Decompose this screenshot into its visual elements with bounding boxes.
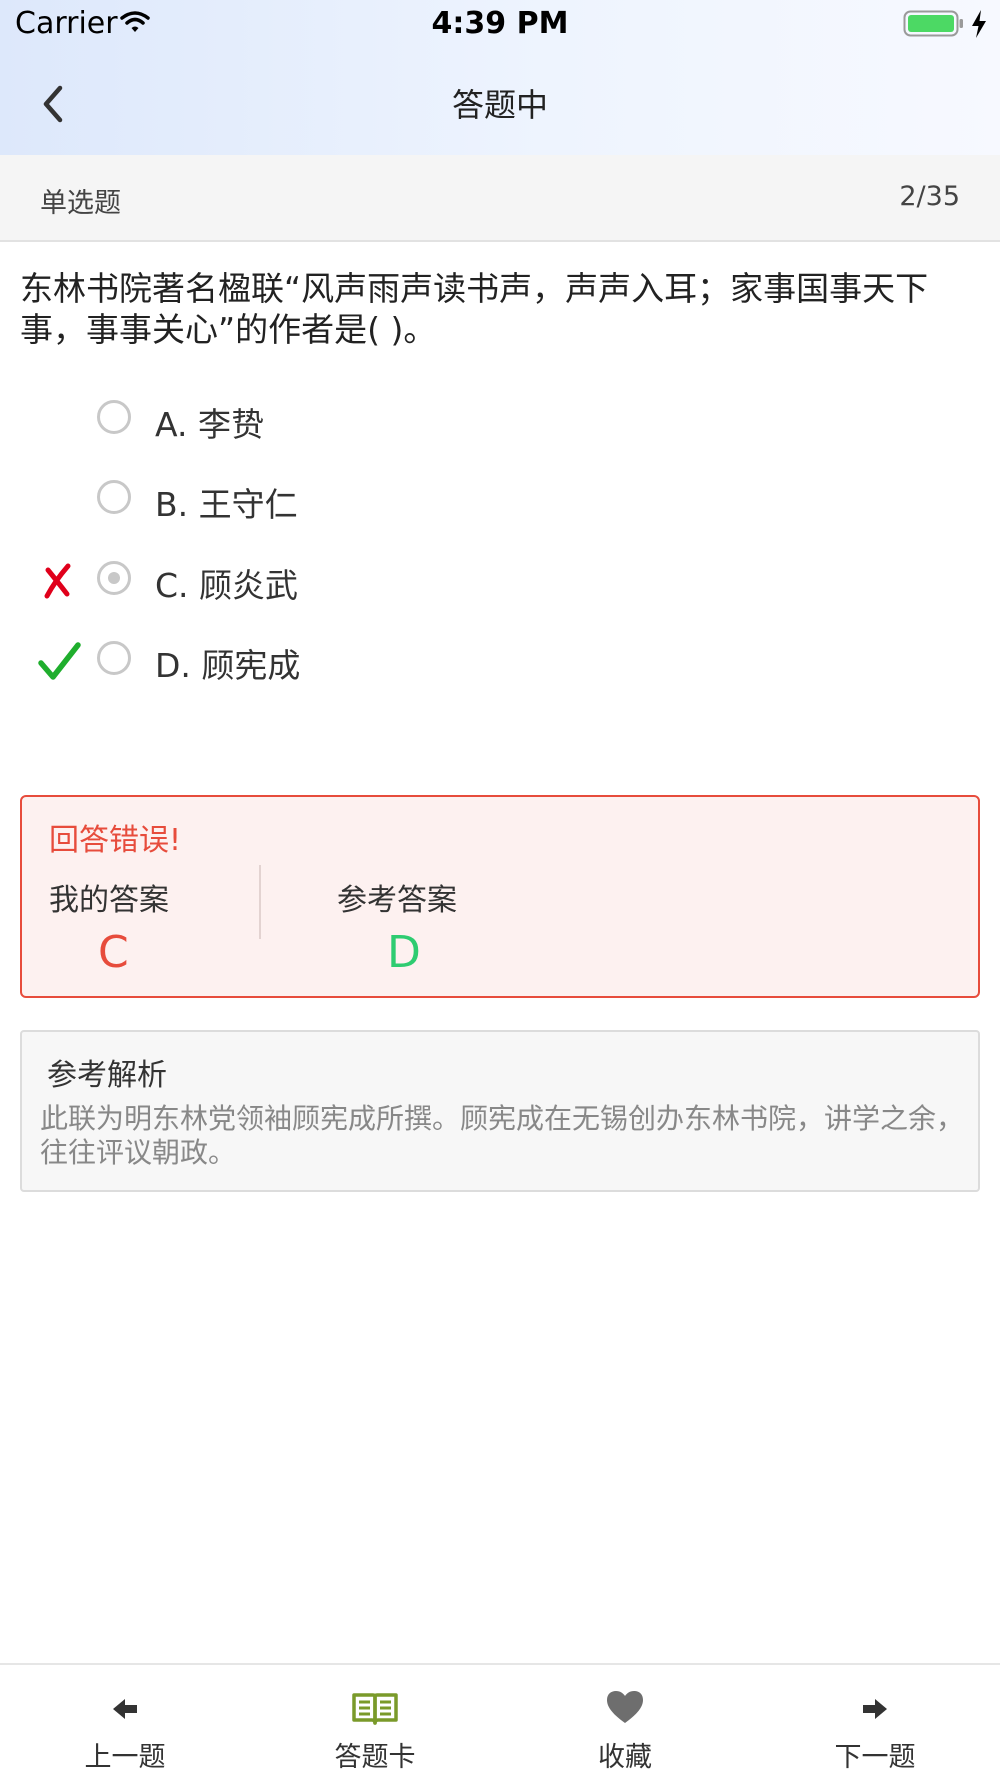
tab-previous-label: 上一题 — [84, 1742, 166, 1773]
radio-option-d[interactable] — [97, 641, 131, 675]
tab-next-label: 下一题 — [834, 1742, 916, 1773]
battery-icon — [903, 10, 963, 37]
tab-next-question[interactable]: 下一题 — [750, 1665, 1000, 1780]
result-title: 回答错误! — [49, 823, 182, 858]
question-info-bar: 单选题 2/35 — [0, 155, 1000, 242]
radio-option-a[interactable] — [97, 400, 131, 434]
wrong-mark-icon — [44, 563, 71, 599]
option-d[interactable]: D. 顾宪成 — [0, 631, 1000, 691]
reference-answer-label: 参考答案 — [337, 883, 457, 918]
arrow-right-icon — [863, 1699, 887, 1719]
status-time: 4:39 PM — [431, 6, 569, 41]
correct-mark-icon — [38, 642, 81, 680]
reference-answer-value: D — [387, 927, 421, 978]
radio-option-c[interactable] — [97, 561, 131, 595]
result-divider — [259, 865, 261, 939]
question-text: 东林书院著名楹联“风声雨声读书声，声声入耳；家事国事天下事，事事关心”的作者是(… — [20, 269, 929, 349]
bottom-tab-bar: 上一题 答题卡 收藏 下一题 — [0, 1663, 1000, 1780]
option-a[interactable]: A. 李贽 — [0, 390, 1000, 450]
book-icon — [352, 1693, 398, 1725]
analysis-title: 参考解析 — [47, 1058, 167, 1093]
status-bar: Carrier 4:39 PM — [0, 0, 1000, 50]
tab-answer-card-label: 答题卡 — [334, 1742, 416, 1773]
arrow-left-icon — [113, 1699, 137, 1719]
my-answer-label: 我的答案 — [49, 883, 169, 918]
page-title: 答题中 — [451, 86, 548, 124]
tab-previous-question[interactable]: 上一题 — [0, 1665, 250, 1780]
tab-answer-card[interactable]: 答题卡 — [250, 1665, 500, 1780]
heart-icon — [607, 1691, 643, 1723]
option-c-label: C. 顾炎武 — [155, 566, 299, 605]
tab-favorite-label: 收藏 — [598, 1742, 652, 1773]
option-c[interactable]: C. 顾炎武 — [0, 551, 1000, 611]
my-answer-value: C — [98, 927, 129, 978]
option-d-label: D. 顾宪成 — [155, 646, 301, 685]
tab-favorite[interactable]: 收藏 — [500, 1665, 750, 1780]
option-b[interactable]: B. 王守仁 — [0, 470, 1000, 530]
radio-option-b[interactable] — [97, 480, 131, 514]
option-b-label: B. 王守仁 — [155, 485, 298, 524]
charging-bolt-icon — [972, 10, 986, 38]
app-header: Carrier 4:39 PM 答题中 — [0, 0, 1000, 155]
question-type-label: 单选题 — [40, 188, 121, 219]
option-a-label: A. 李贽 — [155, 405, 264, 444]
analysis-text: 此联为明东林党领袖顾宪成所撰。顾宪成在无锡创办东林书院，讲学之余，往往评议朝政。 — [40, 1102, 965, 1169]
answer-result-box: 回答错误! 我的答案 参考答案 C D — [20, 795, 980, 998]
analysis-box: 参考解析 此联为明东林党领袖顾宪成所撰。顾宪成在无锡创办东林书院，讲学之余，往往… — [20, 1030, 980, 1192]
question-progress: 2/35 — [899, 181, 960, 212]
